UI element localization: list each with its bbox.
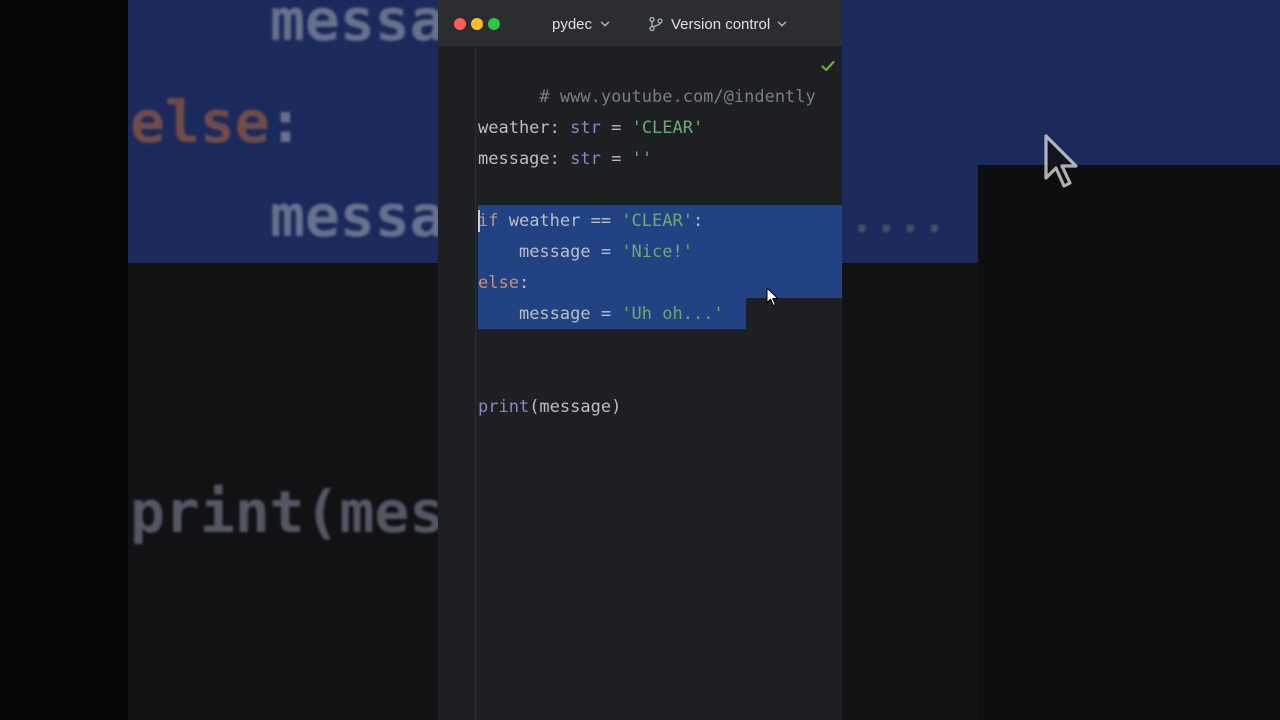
code-comment: # www.youtube.com/@indently <box>539 87 816 107</box>
code-line-8: else: <box>478 268 529 299</box>
background-dark-area <box>978 165 1280 720</box>
project-name: pydec <box>552 15 593 33</box>
version-control-switcher[interactable]: Version control <box>648 14 787 34</box>
code-line-6: if weather == 'CLEAR': <box>478 206 703 237</box>
keyword-if: if <box>478 211 499 231</box>
assignment-text: message = <box>518 304 622 324</box>
string-literal: 'CLEAR' <box>631 118 704 138</box>
block-colon: : <box>518 273 530 293</box>
branch-icon <box>649 16 663 32</box>
string-literal: '' <box>631 149 653 169</box>
background-print-text: print(mes <box>130 478 445 546</box>
annotation-colon: : <box>549 118 571 138</box>
background-message-text: messa <box>270 0 445 54</box>
code-line-4: message: str = '' <box>478 144 652 175</box>
chevron-down-icon <box>600 21 610 27</box>
type-annotation: str <box>570 118 601 138</box>
variable-name: weather <box>478 118 550 138</box>
condition-expression: weather == <box>498 211 622 231</box>
code-line-7: message = 'Nice!' <box>478 237 693 268</box>
project-switcher[interactable]: pydec <box>552 14 610 34</box>
editor-window: pydec Version control # www.youtube.com/… <box>438 0 842 720</box>
title-bar: pydec Version control <box>438 0 842 46</box>
text-caret <box>478 210 480 232</box>
code-editor[interactable]: # www.youtube.com/@indently weather: str… <box>438 46 842 720</box>
background-left-strip <box>0 0 128 720</box>
close-window-button[interactable] <box>454 18 466 30</box>
background-message-text-2: messa <box>270 182 445 250</box>
keyword-else: else <box>478 273 519 293</box>
assignment-operator: = <box>600 118 632 138</box>
code-line-3: weather: str = 'CLEAR' <box>478 113 703 144</box>
function-arguments: (message) <box>529 397 622 417</box>
string-literal: 'Nice!' <box>621 242 693 262</box>
assignment-operator: = <box>600 149 632 169</box>
code-line-12: print(message) <box>478 392 621 423</box>
background-colon-text: : <box>268 88 303 156</box>
checkmark-icon <box>821 60 835 72</box>
string-literal: 'Uh oh...' <box>621 304 724 324</box>
version-control-label: Version control <box>671 15 771 33</box>
string-literal: 'CLEAR' <box>621 211 693 231</box>
block-colon: : <box>692 211 704 231</box>
chevron-down-icon <box>778 21 787 27</box>
background-dots-text: .... <box>850 196 947 242</box>
code-line-9: message = 'Uh oh...' <box>478 299 724 330</box>
zoom-window-button[interactable] <box>488 18 500 30</box>
variable-name: message <box>478 149 550 169</box>
background-mouse-pointer-icon <box>1044 134 1078 188</box>
annotation-colon: : <box>549 149 571 169</box>
assignment-text: message = <box>518 242 622 262</box>
type-annotation: str <box>570 149 601 169</box>
minimize-window-button[interactable] <box>471 18 483 30</box>
builtin-function: print <box>478 397 530 417</box>
mouse-pointer-icon <box>766 287 779 306</box>
code-line-1: # www.youtube.com/@indently <box>478 51 815 107</box>
background-else-text: else <box>130 88 270 156</box>
